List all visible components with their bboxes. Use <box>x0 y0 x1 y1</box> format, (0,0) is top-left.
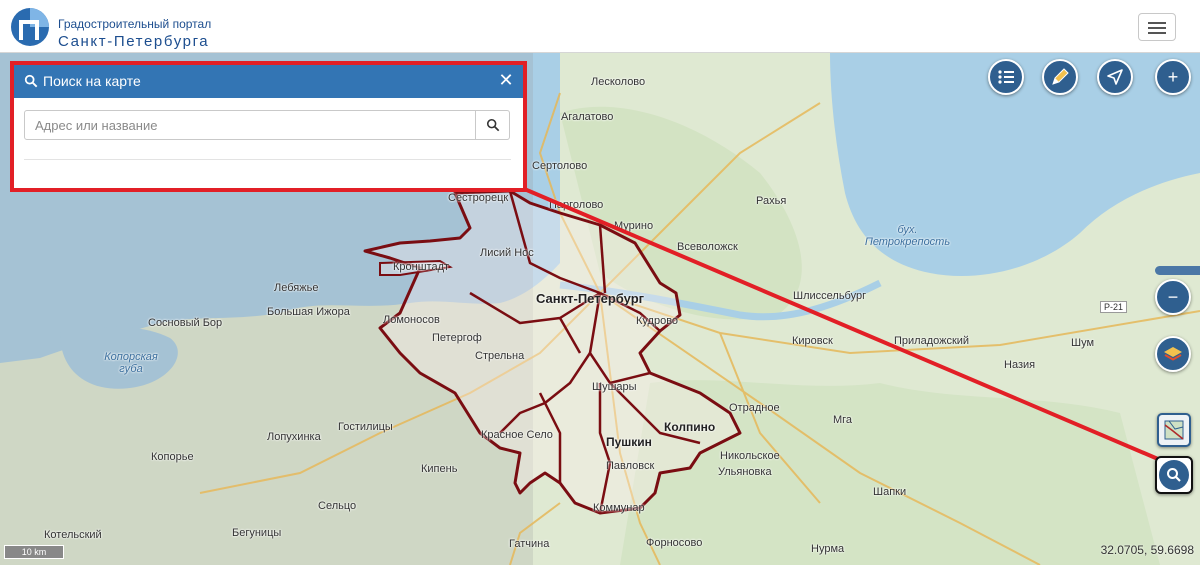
map-region-icon <box>1164 420 1184 440</box>
draw-pencil-icon <box>1052 68 1069 85</box>
portal-logo <box>11 8 49 46</box>
place-label: Лисий Нос <box>480 247 534 259</box>
place-label: Ломоносов <box>383 314 440 326</box>
place-label: Большая Ижора <box>267 306 350 318</box>
layers-icon <box>1164 347 1182 361</box>
brand-title: Градостроительный портал <box>58 17 212 31</box>
draw-button[interactable] <box>1042 59 1078 95</box>
place-label: Сертолово <box>532 160 588 172</box>
place-label: Мурино <box>614 220 654 232</box>
place-label: Форносово <box>646 537 703 549</box>
search-icon <box>486 118 500 132</box>
place-label: Отрадное <box>729 402 780 414</box>
place-label: Санкт-Петербург <box>536 291 645 306</box>
place-label: Копорская губа <box>104 351 158 375</box>
zoom-out-icon: − <box>1167 287 1179 307</box>
place-label: Приладожский <box>894 335 970 347</box>
close-icon[interactable]: ✕ <box>497 71 515 89</box>
map-region-button[interactable] <box>1157 413 1191 447</box>
place-label: Шапки <box>873 486 907 498</box>
place-label: Котельский <box>44 529 102 541</box>
place-label: Лопухинка <box>267 431 321 443</box>
place-label: Кудрово <box>636 315 679 327</box>
app-header: Градостроительный портал Санкт-Петербург… <box>0 0 1200 53</box>
place-label: Лесколово <box>591 76 646 88</box>
place-label: Павловск <box>606 460 655 472</box>
search-icon <box>24 74 38 88</box>
place-label: Гатчина <box>509 538 550 550</box>
place-label: Красное Село <box>481 429 553 441</box>
zoom-in-button[interactable]: + <box>1155 59 1191 95</box>
place-label: Петергоф <box>432 332 482 344</box>
brand-city: Санкт-Петербурга <box>58 33 210 50</box>
search-icon <box>1167 468 1181 482</box>
place-label: Кронштадт <box>393 261 450 273</box>
place-label: Сосновый Бор <box>148 317 223 329</box>
navigate-button[interactable] <box>1097 59 1133 95</box>
zoom-slider-track[interactable] <box>1155 266 1200 275</box>
search-submit-button[interactable] <box>475 110 510 140</box>
place-label: Ульяновка <box>718 466 772 478</box>
search-panel: Поиск на карте ✕ <box>10 61 527 192</box>
place-label: Сестрорецк <box>448 192 509 204</box>
place-label: Копорье <box>151 451 194 463</box>
zoom-in-icon: + <box>1167 67 1179 87</box>
place-label: Парголово <box>549 199 604 211</box>
place-label: Лебяжье <box>274 282 319 294</box>
hamburger-icon <box>1148 22 1166 24</box>
scale-bar: 10 km <box>4 545 64 559</box>
zoom-out-button[interactable]: − <box>1155 279 1191 315</box>
search-panel-title: Поиск на карте <box>43 73 141 89</box>
layers-button[interactable] <box>1155 336 1191 372</box>
cursor-coordinates: 32.0705, 59.6698 <box>1100 543 1194 557</box>
place-label: Стрельна <box>475 350 525 362</box>
navigation-arrow-icon <box>1107 69 1123 85</box>
address-search-input[interactable] <box>24 110 476 140</box>
legend-button[interactable] <box>988 59 1024 95</box>
place-label: Сельцо <box>318 500 357 512</box>
place-label: Р-21 <box>1100 301 1128 313</box>
place-label: Нурма <box>811 543 845 555</box>
place-label: Кировск <box>792 335 833 347</box>
place-label: Шлиссельбург <box>793 290 867 302</box>
place-label: Бегуницы <box>232 527 282 539</box>
map-search-button[interactable] <box>1155 456 1193 494</box>
place-label: Шум <box>1071 337 1095 349</box>
search-panel-header: Поиск на карте ✕ <box>14 65 523 98</box>
place-label: Гостилицы <box>338 421 393 433</box>
place-label: Агалатово <box>561 111 614 123</box>
place-label: Пушкин <box>606 435 652 449</box>
place-label: Мга <box>833 414 853 426</box>
place-label: Назия <box>1004 359 1036 371</box>
place-label: Всеволожск <box>677 241 738 253</box>
legend-list-icon <box>998 70 1014 84</box>
place-label: Шушары <box>592 381 637 393</box>
place-label: Никольское <box>720 450 780 462</box>
place-label: бух. Петрокрепость <box>864 224 951 248</box>
place-label: Колпино <box>664 420 716 434</box>
place-label: Коммунар <box>593 502 645 514</box>
place-label: Кипень <box>421 463 458 475</box>
menu-button[interactable] <box>1138 13 1176 41</box>
panel-divider <box>24 159 511 160</box>
place-label: Рахья <box>756 195 787 207</box>
